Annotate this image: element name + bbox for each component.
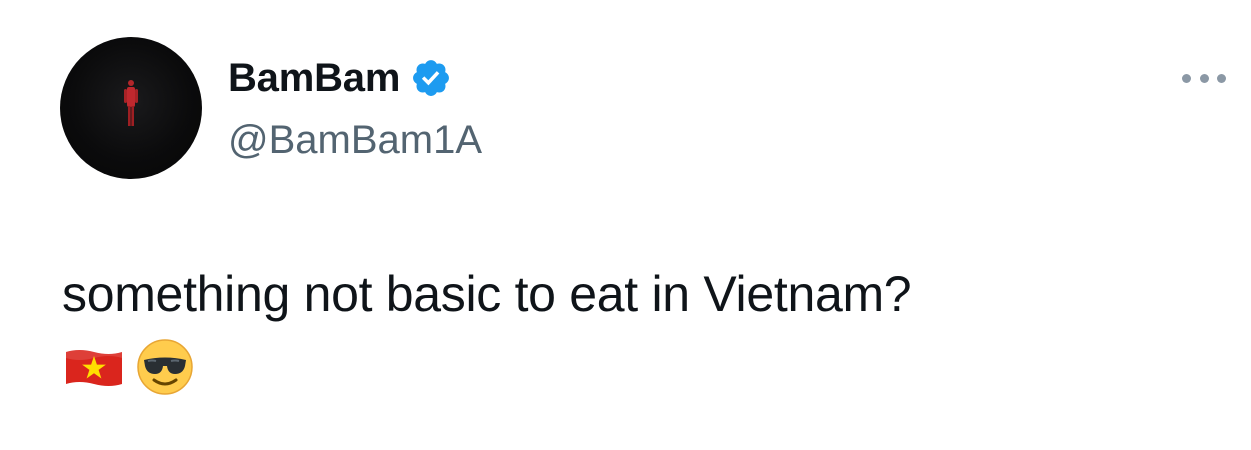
tweet-emoji-row	[64, 338, 194, 396]
tweet-text: something not basic to eat in Vietnam?	[62, 266, 912, 322]
author-display-name[interactable]: BamBam	[228, 52, 400, 104]
avatar[interactable]	[60, 37, 202, 179]
avatar-figure-icon	[124, 80, 138, 126]
author-handle[interactable]: @BamBam1A	[228, 114, 482, 166]
more-dot-icon	[1182, 73, 1191, 83]
more-dot-icon	[1217, 73, 1226, 83]
tweet-card: BamBam @BamBam1A something not basic to …	[0, 0, 1251, 450]
author-name-row: BamBam	[228, 52, 452, 104]
vietnam-flag-icon	[66, 350, 122, 386]
more-dot-icon	[1199, 73, 1209, 83]
more-options-button[interactable]	[1176, 60, 1232, 96]
verified-badge-icon[interactable]	[410, 57, 452, 99]
smiling-face-with-sunglasses-icon	[137, 339, 193, 395]
